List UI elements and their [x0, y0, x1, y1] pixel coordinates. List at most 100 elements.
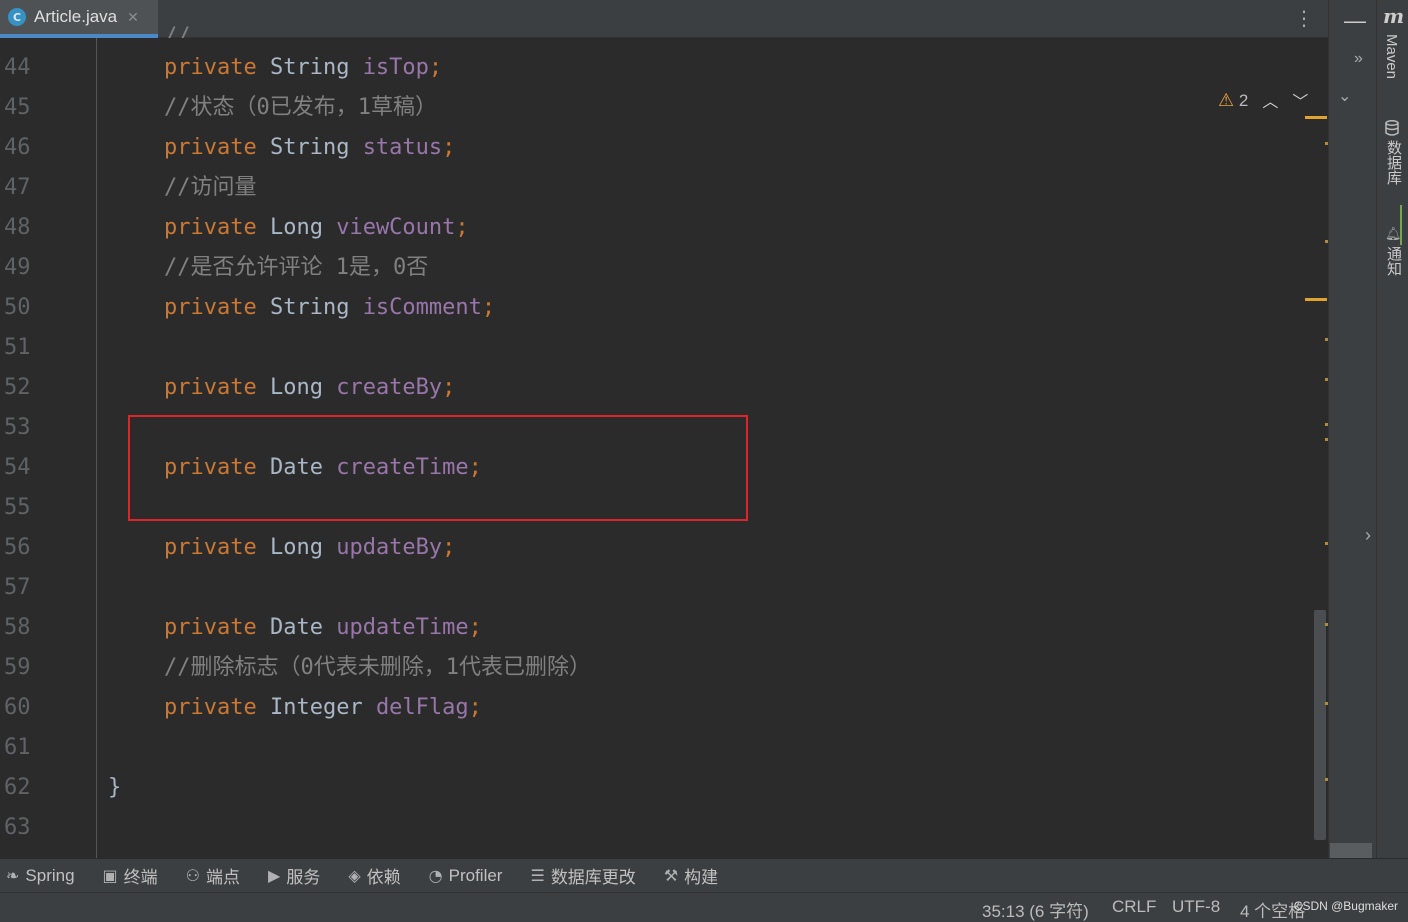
line-separator[interactable]: CRLF [1112, 897, 1156, 917]
watermark: CSDN @Bugmaker [1293, 899, 1398, 913]
token-fd: createBy [336, 375, 443, 400]
line-number: 59 [4, 655, 31, 680]
token-pn: ; [428, 55, 443, 80]
code-line[interactable]: 57 [0, 568, 1300, 608]
line-number: 57 [4, 575, 31, 600]
token-ty: String [269, 55, 363, 80]
profiler-icon: ◔ [428, 866, 443, 885]
tool-window-label: Spring [25, 865, 75, 885]
token-ty: Long [269, 535, 337, 560]
code-text: private Long updateBy; [164, 528, 455, 568]
code-line[interactable]: 59 //删除标志（0代表未删除，1代表已删除） [0, 648, 1300, 688]
token-cm: //状态（0已发布，1草稿） [164, 95, 437, 120]
right-tool-window-area [1328, 0, 1376, 858]
tool-window-终端[interactable]: ▣ 终端 [103, 863, 158, 888]
code-line[interactable]: 50 private String isComment; [0, 288, 1300, 328]
warning-stripe-mark[interactable] [1305, 116, 1327, 119]
line-number: 44 [4, 55, 31, 80]
dependencies-icon: ◈ [348, 866, 361, 885]
tool-window-label: 终端 [123, 868, 158, 887]
tool-window-label: 服务 [286, 868, 321, 887]
token-fd: updateBy [336, 535, 443, 560]
code-line[interactable]: 44 private String isTop; [0, 48, 1300, 88]
tab-maven[interactable]: Maven [1383, 34, 1400, 79]
code-line[interactable]: 63 [0, 808, 1300, 848]
tool-window-数据库更改[interactable]: ☰ 数据库更改 [530, 863, 635, 888]
line-number: 46 [4, 135, 31, 160]
chevron-down-icon[interactable]: ⌄ [1338, 86, 1351, 106]
more-options-icon[interactable]: ⋮ [1294, 6, 1314, 32]
token-fd: delFlag [375, 695, 469, 720]
token-pn: ; [455, 215, 469, 240]
scroll-corner [1330, 843, 1372, 858]
tool-window-label: 数据库更改 [550, 868, 636, 887]
token-fd: isTop [362, 55, 429, 80]
code-line[interactable]: 52 private Long createBy; [0, 368, 1300, 408]
tool-window-构建[interactable]: ⚒ 构建 [664, 863, 718, 888]
token-fd: updateTime [336, 615, 469, 640]
next-highlight-icon[interactable]: ﹀ [1292, 88, 1308, 112]
line-number: 47 [4, 175, 31, 200]
code-line[interactable]: 58 private Date updateTime; [0, 608, 1300, 648]
code-editor[interactable]: //... 44 private String isTop; 45 //状态（0已发布… [0, 24, 1328, 858]
code-text: private Date updateTime; [164, 608, 482, 648]
warning-indicator[interactable]: ⚠ 2 [1218, 90, 1248, 111]
tool-window-spring[interactable]: ❧ Spring [6, 866, 75, 886]
code-line[interactable]: 61 [0, 728, 1300, 768]
code-line[interactable]: 47 //访问量 [0, 168, 1300, 208]
tool-window-服务[interactable]: ▶ 服务 [268, 863, 320, 888]
code-line[interactable]: 49 //是否允许评论 1是，0否 [0, 248, 1300, 288]
token-pn: ; [481, 295, 496, 320]
expand-icon[interactable]: » [1354, 50, 1363, 68]
file-encoding[interactable]: UTF-8 [1172, 897, 1220, 917]
tool-window-label: 端点 [206, 868, 241, 887]
line-number: 45 [4, 95, 31, 120]
code-text: //状态（0已发布，1草稿） [164, 88, 437, 128]
token-kw: private [164, 215, 270, 240]
line-number: 56 [4, 535, 31, 560]
line-number: 49 [4, 255, 31, 280]
code-line[interactable]: 56 private Long updateBy; [0, 528, 1300, 568]
token-kw: private [164, 535, 270, 560]
tool-window-label: 依赖 [366, 868, 401, 887]
caret-position[interactable]: 35:13 (6 字符) [982, 897, 1089, 922]
code-line[interactable]: 51 [0, 328, 1300, 368]
warning-stripe-mark[interactable] [1305, 298, 1327, 301]
tool-window-端点[interactable]: ⚇ 端点 [186, 863, 240, 888]
line-number: 52 [4, 375, 31, 400]
token-br: } [108, 775, 122, 800]
minimize-icon[interactable]: — [1344, 8, 1366, 34]
code-text: } [108, 768, 121, 808]
code-line[interactable]: 45 //状态（0已发布，1草稿） [0, 88, 1300, 128]
code-line[interactable]: 46 private String status; [0, 128, 1300, 168]
tab-notifications[interactable]: 通知 [1383, 246, 1404, 276]
code-text: private Long createBy; [164, 368, 455, 408]
inspection-widget[interactable]: ⚠ 2 ︿ ﹀ [1218, 88, 1308, 112]
token-ty: Long [269, 215, 337, 240]
token-cm: //访问量 [164, 175, 257, 200]
code-line[interactable]: 62} [0, 768, 1300, 808]
tab-database[interactable]: 数据库 [1383, 140, 1404, 185]
token-cm: //删除标志（0代表未删除，1代表已删除） [164, 655, 591, 680]
tool-window-label: 构建 [684, 868, 719, 887]
previous-highlight-icon[interactable]: ︿ [1262, 88, 1278, 112]
code-line[interactable]: 48 private Long viewCount; [0, 208, 1300, 248]
tool-window-依赖[interactable]: ◈ 依赖 [348, 863, 400, 888]
token-kw: private [164, 695, 270, 720]
database-icon [1385, 120, 1399, 136]
chevron-right-icon[interactable]: › [1365, 525, 1371, 546]
warning-icon: ⚠ [1218, 89, 1235, 110]
maven-icon[interactable]: m [1383, 4, 1404, 28]
file-tab-article-java[interactable]: C Article.java ✕ [0, 0, 158, 38]
close-icon[interactable]: ✕ [127, 9, 139, 26]
spring-icon: ❧ [6, 866, 20, 885]
endpoints-icon: ⚇ [185, 866, 201, 885]
vertical-scrollbar[interactable] [1314, 610, 1326, 840]
line-number: 51 [4, 335, 31, 360]
line-number: 48 [4, 215, 31, 240]
token-pn: ; [442, 375, 456, 400]
token-pn: ; [468, 615, 482, 640]
code-line[interactable]: 60 private Integer delFlag; [0, 688, 1300, 728]
tool-window-profiler[interactable]: ◔ Profiler [429, 866, 503, 886]
code-text: private String isComment; [164, 288, 495, 328]
